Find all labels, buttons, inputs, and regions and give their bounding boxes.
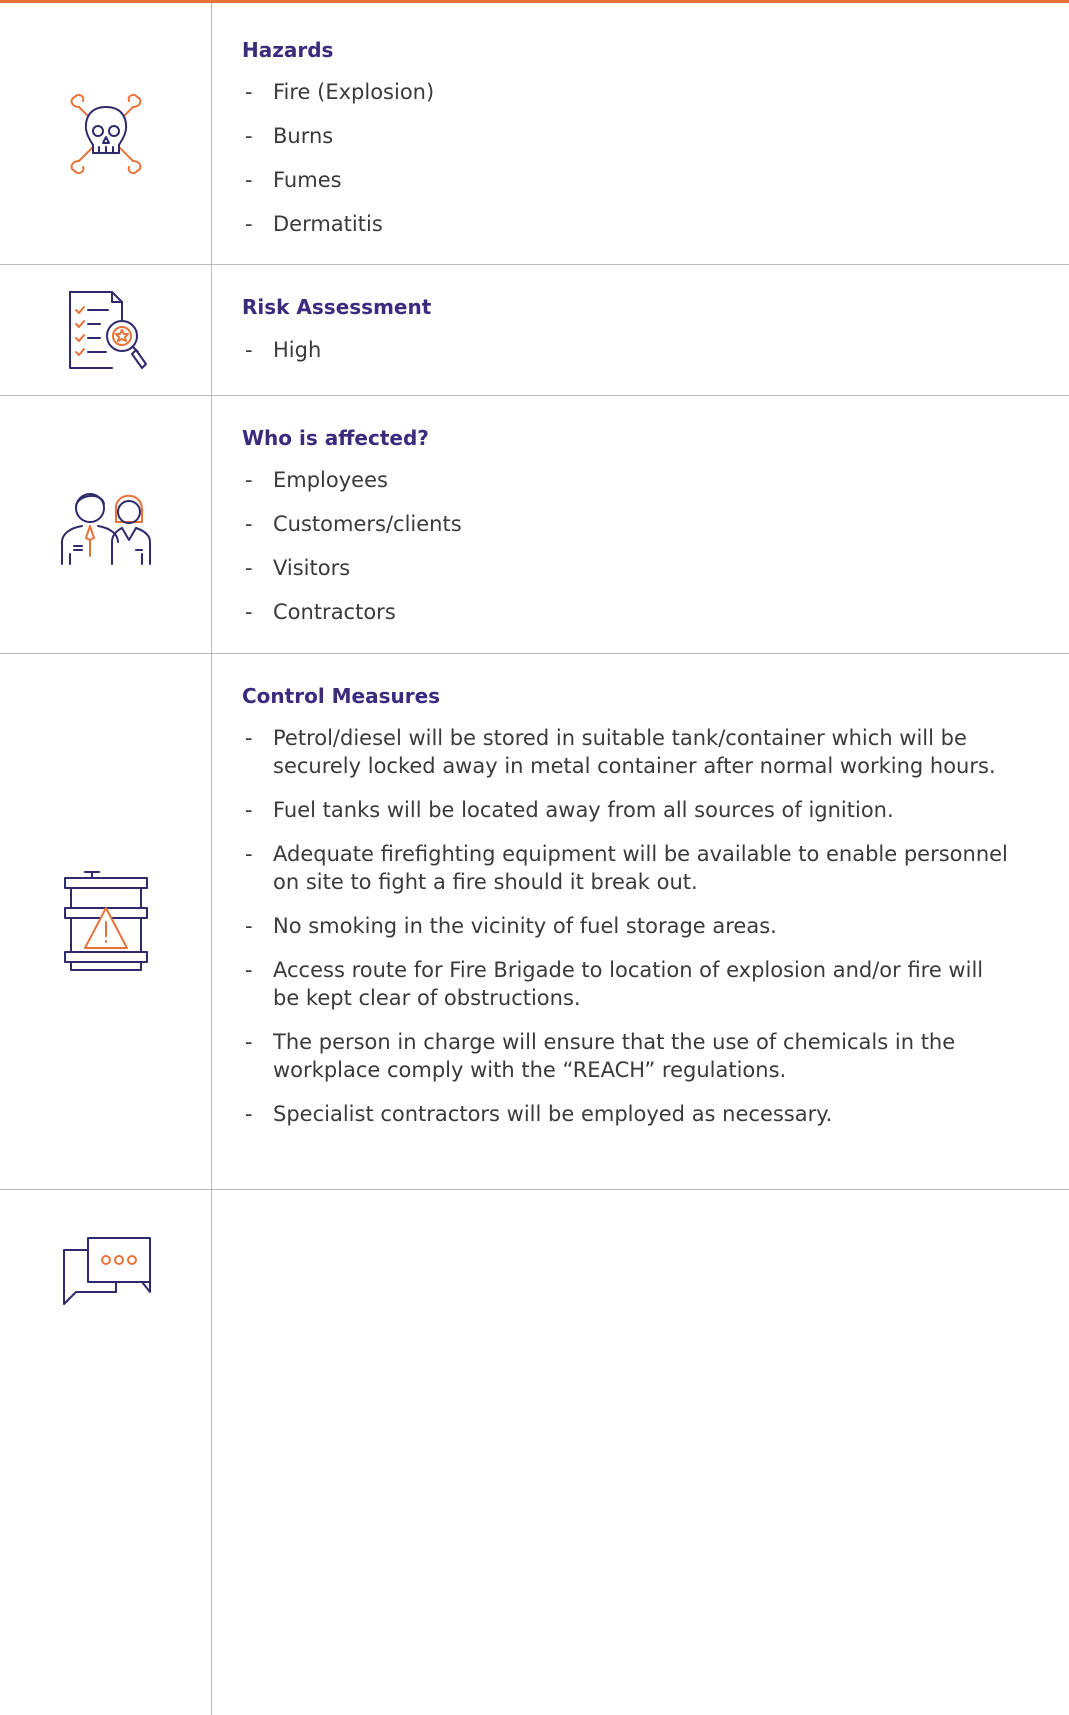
list-item: Specialist contractors will be employed …: [242, 1100, 1009, 1128]
list-item: Fumes: [242, 166, 1009, 194]
section-content: Control Measures Petrol/diesel will be s…: [242, 683, 1009, 1128]
icon-cell: [0, 1190, 211, 1715]
checklist-magnifier-icon: [68, 291, 147, 369]
list-item: Access route for Fire Brigade to locatio…: [242, 956, 1009, 1012]
list-item: Petrol/diesel will be stored in suitable…: [242, 724, 1009, 780]
section-who-affected: Who is affected? Employees Customers/cli…: [0, 396, 1069, 654]
section-content: Hazards Fire (Explosion) Burns Fumes Der…: [242, 37, 1009, 238]
icon-cell: [0, 3, 211, 264]
list-item: Burns: [242, 122, 1009, 150]
list-item: Adequate firefighting equipment will be …: [242, 840, 1009, 896]
affected-list: Employees Customers/clients Visitors Con…: [242, 466, 1009, 626]
icon-cell: [0, 265, 211, 395]
skull-crossbones-icon: [70, 93, 141, 174]
list-item: No smoking in the vicinity of fuel stora…: [242, 912, 1009, 940]
people-icon: [60, 492, 151, 565]
list-item: Dermatitis: [242, 210, 1009, 238]
section-content: Who is affected? Employees Customers/cli…: [242, 425, 1009, 626]
section-heading: Who is affected?: [242, 426, 429, 450]
chat-bubbles-icon: [62, 1237, 151, 1305]
list-item: Employees: [242, 466, 1009, 494]
section-heading: Risk Assessment: [242, 295, 432, 319]
list-item: The person in charge will ensure that th…: [242, 1028, 1009, 1084]
list-item: Customers/clients: [242, 510, 1009, 538]
list-item: Contractors: [242, 598, 1009, 626]
fuel-barrel-warning-icon: [63, 870, 148, 971]
list-item: Fuel tanks will be located away from all…: [242, 796, 1009, 824]
list-item: High: [242, 336, 1009, 364]
section-notes: [0, 1190, 1069, 1715]
icon-cell: [0, 654, 211, 1189]
control-measures-list: Petrol/diesel will be stored in suitable…: [242, 724, 1009, 1128]
section-control-measures: Control Measures Petrol/diesel will be s…: [0, 654, 1069, 1190]
section-hazards: Hazards Fire (Explosion) Burns Fumes Der…: [0, 3, 1069, 265]
section-heading: Hazards: [242, 38, 334, 62]
icon-cell: [0, 396, 211, 653]
section-content: Risk Assessment High: [242, 294, 1009, 364]
hazards-list: Fire (Explosion) Burns Fumes Dermatitis: [242, 78, 1009, 238]
list-item: Fire (Explosion): [242, 78, 1009, 106]
risk-list: High: [242, 336, 1009, 364]
list-item: Visitors: [242, 554, 1009, 582]
section-heading: Control Measures: [242, 684, 441, 708]
section-risk-assessment: Risk Assessment High: [0, 265, 1069, 396]
